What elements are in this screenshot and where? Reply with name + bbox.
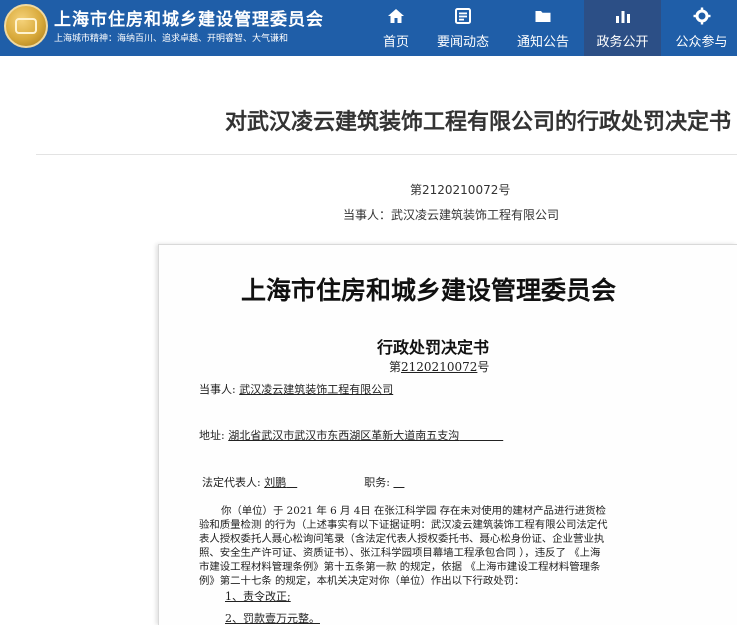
scanned-document: 上海市住房和城乡建设管理委员会 行政处罚决定书 第2120210072号 当事人… [158,244,737,625]
paragraph-line: 例》第二十七条 的规定，本机关决定对你（单位）作出以下行政处罚： [199,575,525,587]
paragraph-line: 验和质量检测 的行为（上述事实有以下证据证明：武汉凌云建筑装饰工程有限公司法定代 [199,519,608,531]
penalty-item: 1、责令改正; [225,590,291,603]
document-party: 当事人：武汉凌云建筑装饰工程有限公司 [343,208,560,222]
scan-address: 地址: 湖北省武汉市武汉市东西湖区革新大道南五支沟 [199,427,503,443]
nav-gov-info[interactable]: 政务公开 [584,0,661,56]
nav-gov-info-label: 政务公开 [596,34,649,50]
scan-legal-rep: 法定代表人: 刘鹏 职务: [202,474,404,490]
decision-paragraph: 你（单位）于 2021 年 6 月 4日 在张江科学园 存在未对使用的建材产品进… [199,504,725,588]
party-label: 当事人: [199,383,236,396]
paragraph-line: 你（单位）于 2021 年 6 月 4日 在张江科学园 存在未对使用的建材产品进… [221,505,606,517]
scan-number: 第2120210072号 [389,360,490,374]
paragraph-line: 照、安全生产许可证、资质证书）、张江科学园项目幕墙工程承包合同 ），违反了 《上… [199,547,601,559]
nav-participation[interactable]: 公众参与 [666,0,737,56]
site-logo[interactable] [4,4,48,48]
bar-chart-icon [615,10,630,23]
site-header: 上海市住房和城乡建设管理委员会 上海城市精神：海纳百川、追求卓越、开明睿智、大气… [0,0,737,56]
address-value: 湖北省武汉市武汉市东西湖区革新大道南五支沟 [228,429,460,442]
news-icon [455,7,471,24]
scan-party: 当事人: 武汉凌云建筑装饰工程有限公司 [199,381,393,397]
title-divider [36,154,737,155]
legal-rep-value: 刘鹏 [264,476,287,489]
paragraph-line: 表人授权委托人聂心松询问笔录（含法定代表人授权委托书、聂心松身份证、企业营业执 [199,533,605,545]
party-value: 武汉凌云建筑装饰工程有限公司 [239,383,394,396]
position-label: 职务: [364,476,390,489]
legal-rep-label: 法定代表人: [202,476,261,489]
site-motto: 上海城市精神：海纳百川、追求卓越、开明睿智、大气谦和 [54,34,289,44]
address-label: 地址: [199,429,225,442]
nav-home[interactable]: 首页 [370,0,422,56]
nav-home-label: 首页 [382,34,409,50]
nav-news[interactable]: 要闻动态 [431,0,495,56]
nav-news-label: 要闻动态 [436,34,489,50]
page-title: 对武汉凌云建筑装饰工程有限公司的行政处罚决定书 [224,110,731,135]
nav-notices-label: 通知公告 [516,34,569,50]
penalty-item: 2、罚款壹万元整。 [225,612,320,625]
scan-title: 行政处罚决定书 [377,338,490,357]
document-number: 第2120210072号 [410,183,511,197]
gear-icon [693,7,710,24]
home-icon [388,8,404,23]
paragraph-line: 市建设工程材料管理条例》第十五条第一款 的规定，依据 《上海市建设工程材料管理条 [199,561,601,573]
folder-icon [535,10,551,22]
nav-participation-label: 公众参与 [675,34,728,50]
scan-org-name: 上海市住房和城乡建设管理委员会 [241,276,617,305]
site-title[interactable]: 上海市住房和城乡建设管理委员会 [54,5,324,30]
nav-notices[interactable]: 通知公告 [507,0,579,56]
